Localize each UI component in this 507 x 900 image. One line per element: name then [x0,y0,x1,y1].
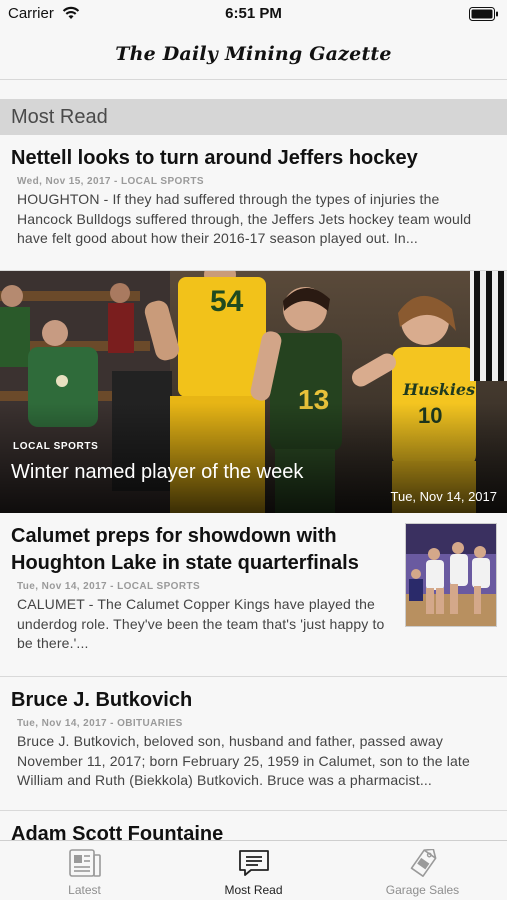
battery-icon [469,7,499,21]
newspaper-logo: The Daily Mining Gazette [115,42,392,65]
article-meta: Tue, Nov 14, 2017 - OBITUARIES [17,718,183,729]
featured-category: LOCAL SPORTS [13,441,99,452]
status-bar: Carrier 6:51 PM [0,0,507,28]
section-title: Most Read [11,105,108,128]
article-excerpt: HOUGHTON - If they had suffered through … [17,191,472,246]
newspaper-icon [68,849,101,882]
article-feed[interactable]: Nettell looks to turn around Jeffers hoc… [0,135,507,840]
article-excerpt: Bruce J. Butkovich, beloved son, husband… [17,733,470,788]
featured-title: Winter named player of the week [11,461,304,483]
featured-article[interactable]: 54 13 Huskies 10 LOCAL SPORTS Winter n [0,271,507,513]
article-title: Bruce J. Butkovich [11,689,193,711]
masthead: The Daily Mining Gazette [0,28,507,80]
article-card[interactable]: Adam Scott Fountaine [0,811,507,840]
speech-bubble-icon [238,849,270,882]
article-title: Calumet preps for showdown with Houghton… [11,525,359,574]
section-header: Most Read [0,99,507,135]
tab-latest[interactable]: Latest [0,841,169,900]
article-thumbnail [405,523,497,627]
tab-most-read[interactable]: Most Read [169,841,338,900]
tab-label: Latest [68,883,101,897]
article-card[interactable]: Calumet preps for showdown with Houghton… [0,513,507,677]
tab-bar: Latest Most Read Garage Sales [0,840,507,900]
jersey-script: Huskies [402,380,475,399]
article-meta: Tue, Nov 14, 2017 - LOCAL SPORTS [17,581,201,592]
featured-date: Tue, Nov 14, 2017 [390,489,497,504]
price-tag-icon [407,848,439,884]
clock: 6:51 PM [225,5,282,22]
tab-garage-sales[interactable]: Garage Sales [338,841,507,900]
article-card[interactable]: Nettell looks to turn around Jeffers hoc… [0,135,507,271]
jersey-number: 54 [210,285,244,318]
article-title: Nettell looks to turn around Jeffers hoc… [11,147,418,169]
article-meta: Wed, Nov 15, 2017 - LOCAL SPORTS [17,176,204,187]
tab-label: Most Read [224,883,283,897]
article-title: Adam Scott Fountaine [11,823,224,840]
article-card[interactable]: Bruce J. Butkovich Tue, Nov 14, 2017 - O… [0,677,507,811]
article-excerpt: CALUMET - The Calumet Copper Kings have … [17,596,385,651]
tab-label: Garage Sales [385,883,460,897]
